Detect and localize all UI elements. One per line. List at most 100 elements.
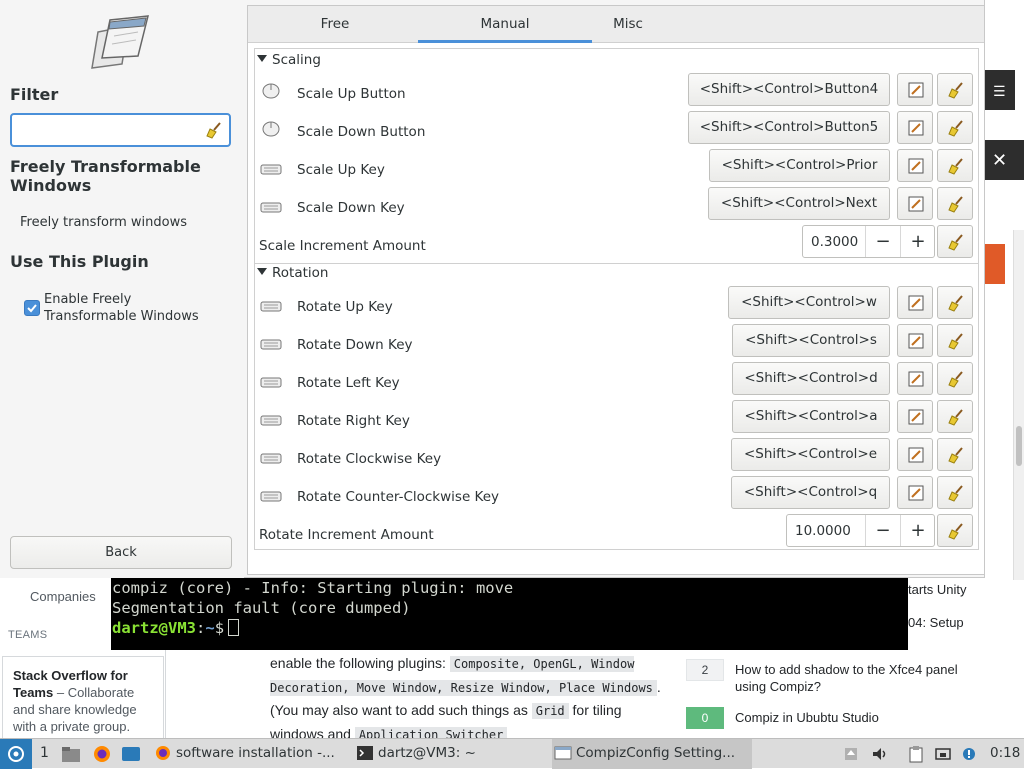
- keyboard-icon: [260, 491, 282, 502]
- decrement-button[interactable]: −: [865, 515, 900, 546]
- related-question-link[interactable]: Compiz in Ububtu Studio: [735, 709, 985, 726]
- reset-binding-button[interactable]: [937, 111, 973, 144]
- reset-binding-button[interactable]: [937, 400, 973, 433]
- key-binding-button[interactable]: <Shift><Control>q: [731, 476, 890, 509]
- task-button-firefox[interactable]: software installation -...: [152, 739, 347, 769]
- edit-icon: [908, 196, 924, 212]
- prompt-separator: :: [196, 619, 206, 637]
- enable-plugin-checkbox[interactable]: [24, 300, 40, 316]
- reset-binding-button[interactable]: [937, 149, 973, 182]
- related-link-partial[interactable]: 04: Setup: [908, 615, 964, 630]
- key-binding-button[interactable]: <Shift><Control>Next: [708, 187, 890, 220]
- back-button[interactable]: Back: [10, 536, 232, 569]
- clear-broom-icon: [948, 371, 963, 388]
- key-binding-button[interactable]: <Shift><Control>Button5: [688, 111, 890, 144]
- clock[interactable]: 0:18: [990, 745, 1020, 761]
- reset-binding-button[interactable]: [937, 362, 973, 395]
- os-logo-icon: [8, 746, 24, 762]
- clear-broom-icon: [948, 409, 963, 426]
- edit-binding-button[interactable]: [897, 149, 933, 182]
- filter-heading: Filter: [10, 85, 59, 104]
- edit-icon: [908, 333, 924, 349]
- nav-companies-link[interactable]: Companies: [30, 589, 96, 604]
- clear-broom-icon[interactable]: [205, 121, 223, 139]
- increment-button[interactable]: +: [900, 515, 935, 546]
- edit-binding-button[interactable]: [897, 476, 933, 509]
- page-scrollbar[interactable]: [1013, 230, 1024, 580]
- menu-icon[interactable]: ☰: [993, 84, 1006, 100]
- eject-icon[interactable]: [842, 745, 860, 763]
- edit-binding-button[interactable]: [897, 400, 933, 433]
- setting-label: Scale Down Key: [297, 200, 405, 216]
- filter-input[interactable]: [18, 121, 198, 140]
- key-binding-button[interactable]: <Shift><Control>Button4: [688, 73, 890, 106]
- edit-binding-button[interactable]: [897, 73, 933, 106]
- key-binding-button[interactable]: <Shift><Control>e: [731, 438, 890, 471]
- reset-binding-button[interactable]: [937, 73, 973, 106]
- reset-binding-button[interactable]: [937, 286, 973, 319]
- background-orange-button[interactable]: [985, 244, 1005, 284]
- volume-icon[interactable]: [871, 745, 889, 763]
- terminal-window[interactable]: compiz (core) - Info: Starting plugin: m…: [111, 578, 908, 650]
- key-binding-button[interactable]: <Shift><Control>Prior: [709, 149, 890, 182]
- reset-value-button[interactable]: [937, 514, 973, 547]
- edit-binding-button[interactable]: [897, 111, 933, 144]
- key-binding-button[interactable]: <Shift><Control>d: [732, 362, 890, 395]
- key-binding-button[interactable]: <Shift><Control>a: [732, 400, 890, 433]
- scaling-section-header[interactable]: Scaling: [257, 52, 321, 68]
- terminal-cursor: [228, 619, 240, 636]
- tab-free-transformation[interactable]: Free Transformation: [256, 6, 414, 68]
- task-button-ccsm[interactable]: CompizConfig Setting...: [552, 739, 752, 769]
- reset-binding-button[interactable]: [937, 476, 973, 509]
- task-label: CompizConfig Setting...: [576, 745, 736, 761]
- edit-icon: [908, 295, 924, 311]
- scrollbar-thumb[interactable]: [1016, 426, 1022, 466]
- reset-value-button[interactable]: [937, 225, 973, 258]
- key-binding-button[interactable]: <Shift><Control>s: [732, 324, 890, 357]
- rotate-increment-spinner[interactable]: 10.0000 − +: [786, 514, 935, 547]
- close-icon[interactable]: ✕: [992, 150, 1007, 171]
- expander-arrow-icon[interactable]: [257, 55, 267, 62]
- nav-teams-heading: TEAMS: [8, 629, 48, 641]
- network-icon[interactable]: [934, 745, 952, 763]
- edit-icon: [908, 120, 924, 136]
- firefox-icon: [156, 746, 170, 760]
- expander-arrow-icon[interactable]: [257, 268, 267, 275]
- decrement-button[interactable]: −: [865, 226, 900, 257]
- file-manager-icon[interactable]: [60, 744, 82, 764]
- section-divider: [255, 263, 978, 264]
- rotation-section-header[interactable]: Rotation: [257, 265, 328, 281]
- edit-binding-button[interactable]: [897, 438, 933, 471]
- filter-field[interactable]: [10, 113, 231, 147]
- vote-count: 2: [686, 659, 724, 681]
- notification-icon[interactable]: [960, 745, 978, 763]
- enable-plugin-label[interactable]: Enable Freely Transformable Windows: [44, 291, 224, 325]
- clear-broom-icon: [948, 196, 963, 213]
- spinner-value[interactable]: 10.0000: [795, 523, 851, 539]
- reset-binding-button[interactable]: [937, 187, 973, 220]
- clear-broom-icon: [948, 158, 963, 175]
- edit-binding-button[interactable]: [897, 362, 933, 395]
- related-question[interactable]: 2 How to add shadow to the Xfce4 panel u…: [686, 659, 986, 695]
- firefox-icon[interactable]: [91, 744, 113, 764]
- reset-binding-button[interactable]: [937, 324, 973, 357]
- related-question[interactable]: 0 Compiz in Ububtu Studio: [686, 707, 986, 731]
- key-binding-button[interactable]: <Shift><Control>w: [728, 286, 890, 319]
- scale-increment-spinner[interactable]: 0.3000 − +: [802, 225, 935, 258]
- spinner-value[interactable]: 0.3000: [811, 234, 858, 250]
- edit-binding-button[interactable]: [897, 187, 933, 220]
- start-menu-button[interactable]: [0, 739, 32, 769]
- increment-button[interactable]: +: [900, 226, 935, 257]
- reset-binding-button[interactable]: [937, 438, 973, 471]
- desktop-icon[interactable]: [120, 744, 142, 764]
- task-button-terminal[interactable]: dartz@VM3: ~: [354, 739, 544, 769]
- teams-promo-card[interactable]: Stack Overflow for Teams – Collaborate a…: [2, 656, 164, 740]
- related-link-partial[interactable]: tarts Unity: [908, 582, 967, 597]
- related-question-link[interactable]: How to add shadow to the Xfce4 panel usi…: [735, 661, 985, 695]
- workspace-switcher[interactable]: 1: [40, 745, 49, 761]
- edit-binding-button[interactable]: [897, 324, 933, 357]
- tab-misc[interactable]: Misc: [600, 6, 656, 43]
- edit-binding-button[interactable]: [897, 286, 933, 319]
- clipboard-icon[interactable]: [907, 745, 925, 763]
- tab-manual-transformation[interactable]: Manual Transformation: [418, 6, 592, 68]
